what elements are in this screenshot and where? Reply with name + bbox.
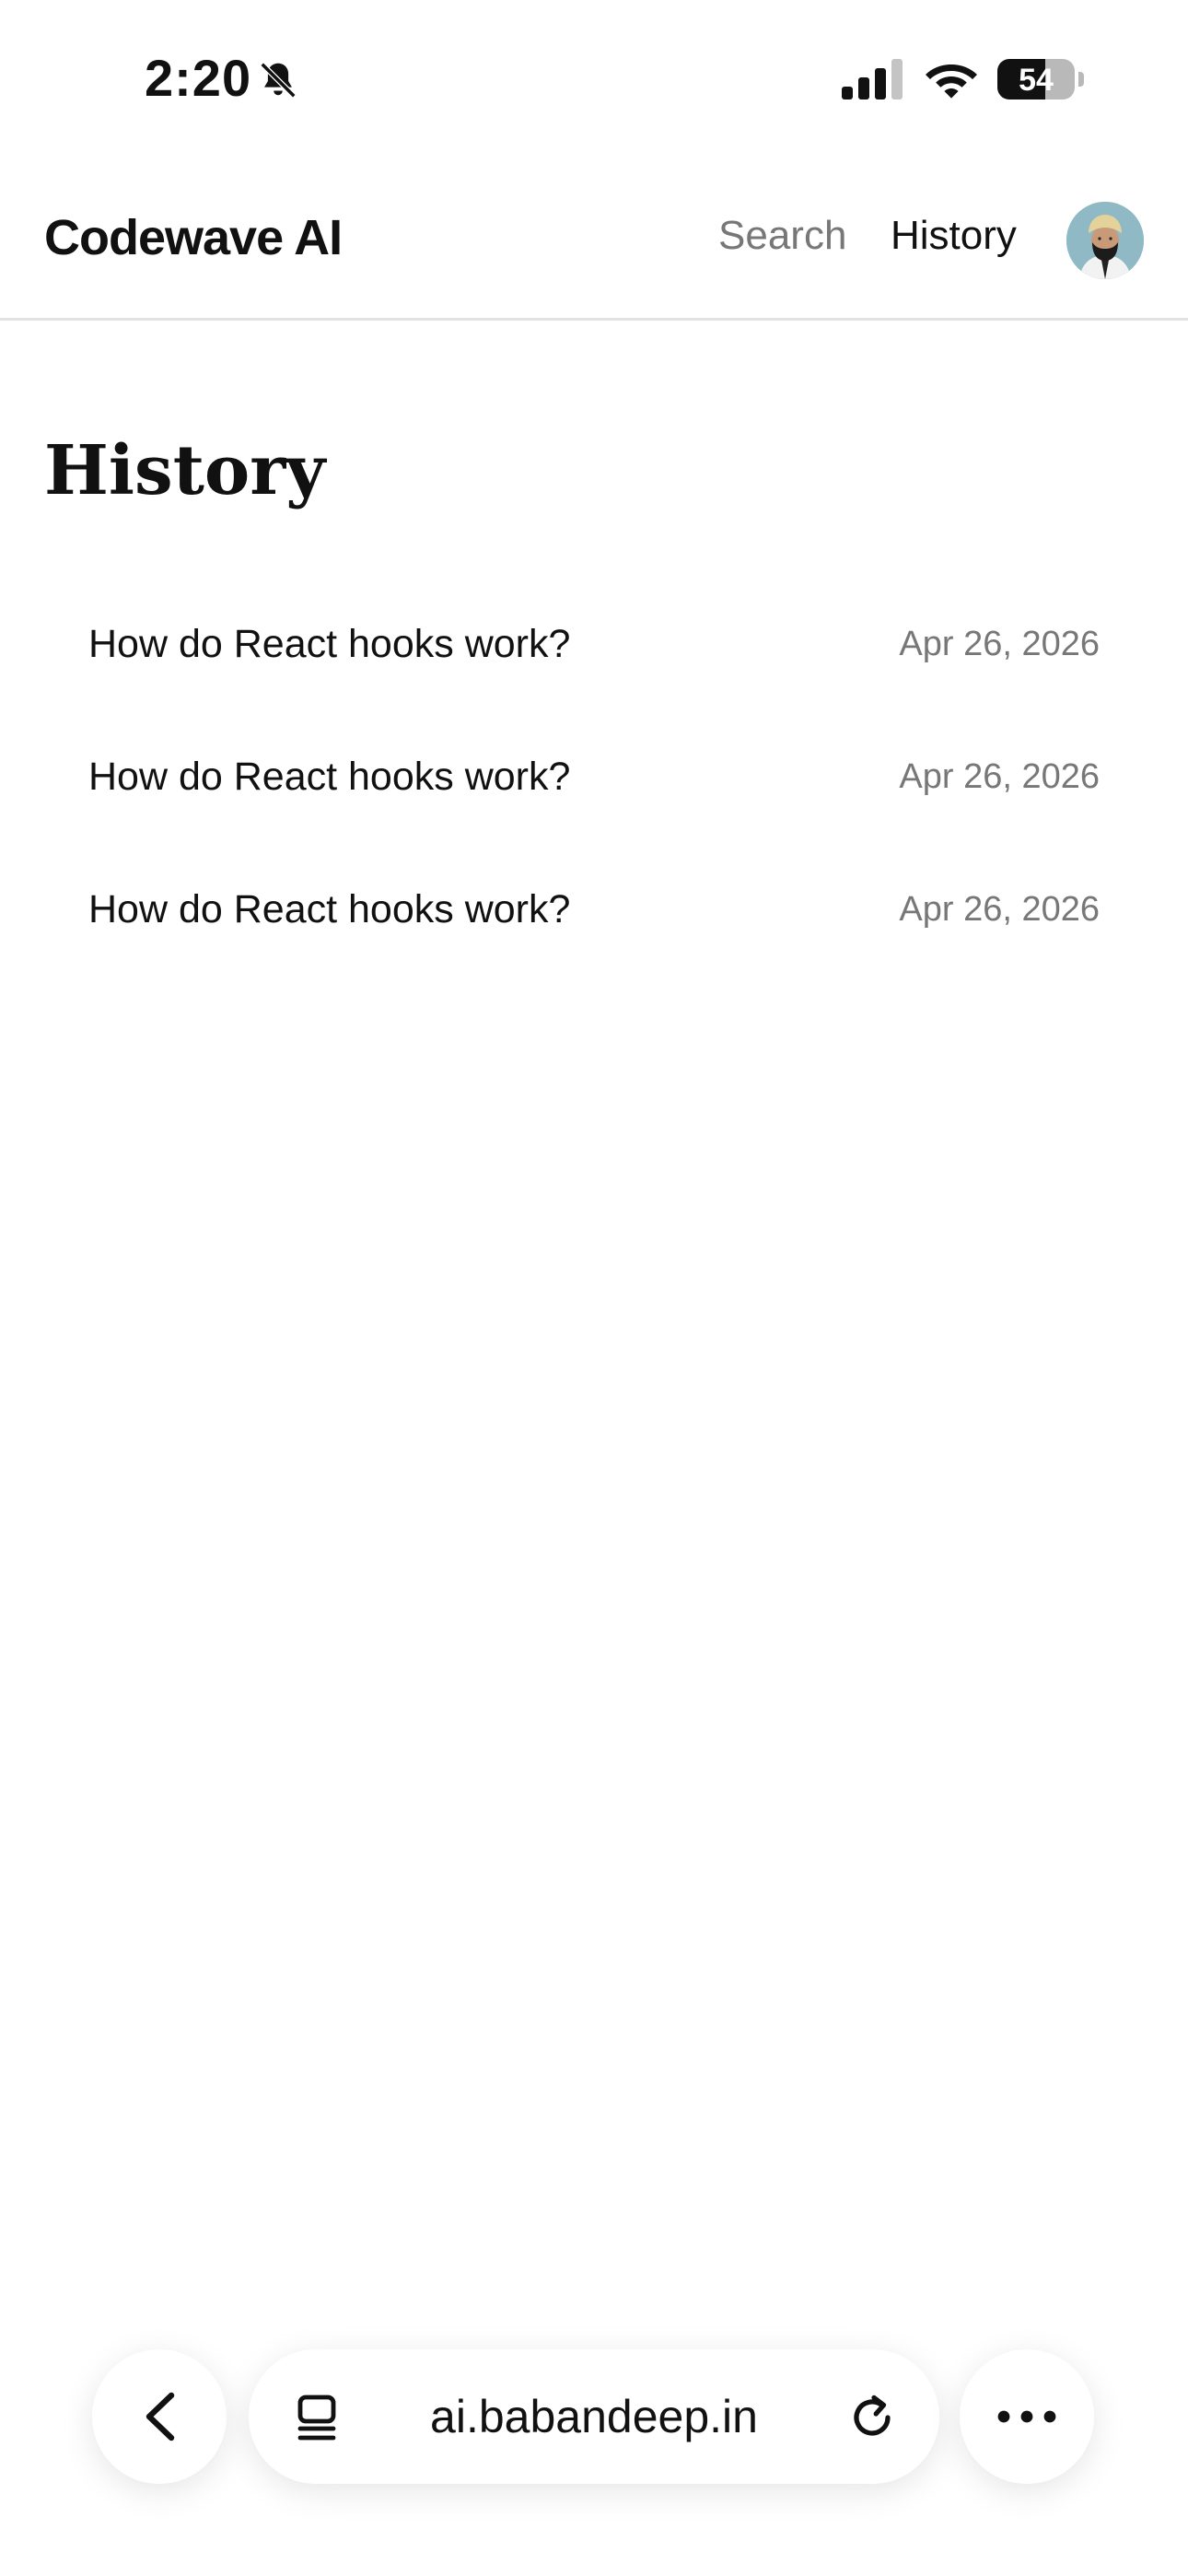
history-item-date: Apr 26, 2026 bbox=[899, 757, 1100, 796]
status-bar: 2:20 54 bbox=[0, 0, 1188, 161]
address-bar[interactable]: ai.babandeep.in bbox=[249, 2349, 939, 2484]
battery-level: 54 bbox=[1019, 63, 1054, 98]
page-title: History bbox=[44, 431, 326, 510]
battery-icon: 54 bbox=[997, 59, 1086, 101]
url-text[interactable]: ai.babandeep.in bbox=[249, 2390, 939, 2443]
history-item-date: Apr 26, 2026 bbox=[899, 890, 1100, 929]
back-button[interactable] bbox=[92, 2349, 227, 2484]
history-item[interactable]: How do React hooks work? Apr 26, 2026 bbox=[44, 579, 1144, 711]
more-icon bbox=[997, 2410, 1056, 2423]
history-item-title: How do React hooks work? bbox=[88, 622, 571, 666]
bell-slash-icon bbox=[260, 62, 297, 99]
history-list: How do React hooks work? Apr 26, 2026 Ho… bbox=[44, 579, 1144, 977]
cellular-signal-icon bbox=[842, 59, 903, 100]
history-item-title: How do React hooks work? bbox=[88, 755, 571, 799]
history-item-title: How do React hooks work? bbox=[88, 887, 571, 931]
avatar-image bbox=[1066, 202, 1144, 279]
more-button[interactable] bbox=[960, 2349, 1094, 2484]
brand-logo[interactable]: Codewave AI bbox=[44, 209, 343, 266]
status-time: 2:20 bbox=[145, 49, 252, 107]
chevron-left-icon bbox=[146, 2392, 175, 2441]
history-item[interactable]: How do React hooks work? Apr 26, 2026 bbox=[44, 711, 1144, 844]
user-avatar[interactable] bbox=[1066, 202, 1144, 279]
history-item-date: Apr 26, 2026 bbox=[899, 625, 1100, 663]
reload-icon[interactable] bbox=[847, 2392, 897, 2441]
wifi-icon bbox=[926, 64, 977, 99]
nav-history-link[interactable]: History bbox=[891, 213, 1017, 259]
history-item[interactable]: How do React hooks work? Apr 26, 2026 bbox=[44, 844, 1144, 977]
nav-search-link[interactable]: Search bbox=[718, 213, 846, 259]
app-header: Codewave AI Search History bbox=[0, 161, 1188, 321]
browser-toolbar: ai.babandeep.in bbox=[0, 2340, 1188, 2488]
